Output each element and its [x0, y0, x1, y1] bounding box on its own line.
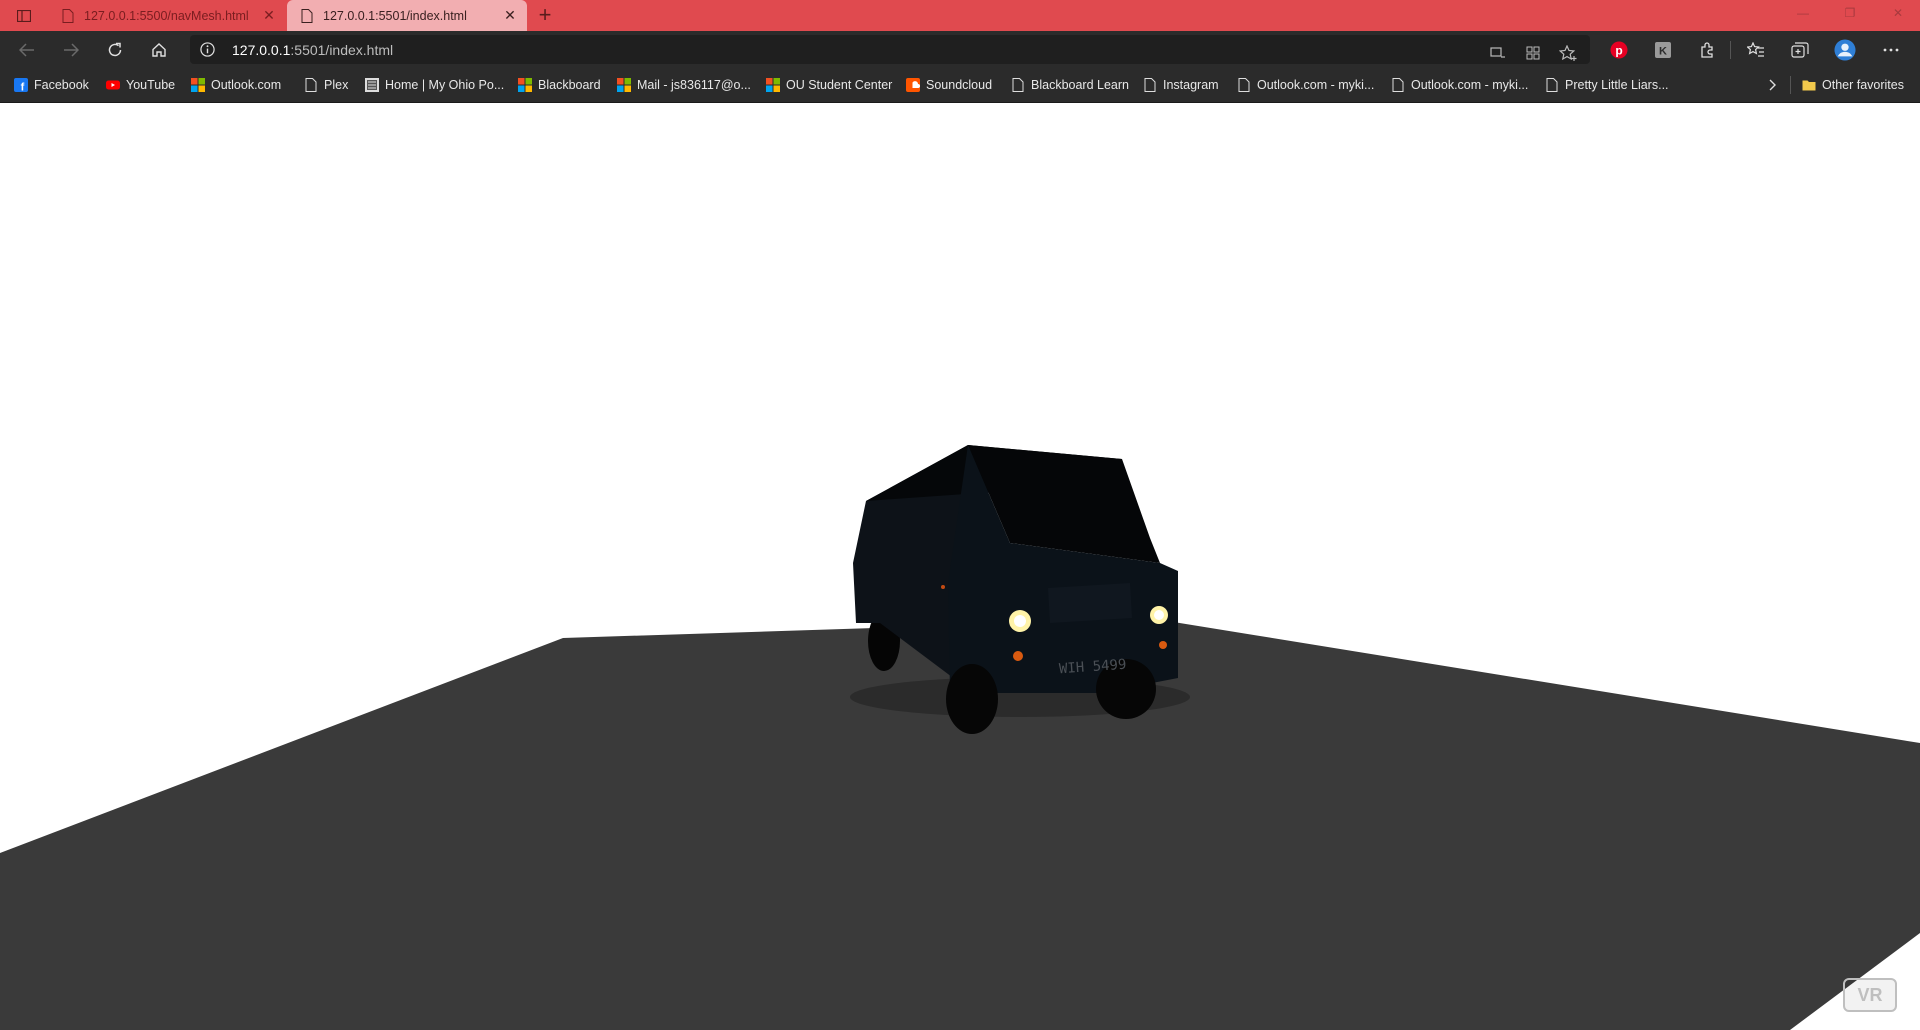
other-favorites-label: Other favorites: [1822, 78, 1904, 92]
microsoft-icon: [617, 78, 631, 92]
svg-text:p: p: [1615, 44, 1622, 58]
other-favorites-folder[interactable]: Other favorites: [1802, 68, 1904, 102]
folder-icon: [1802, 80, 1816, 91]
more-options-icon[interactable]: [1880, 39, 1902, 61]
pinterest-icon[interactable]: p: [1608, 39, 1630, 61]
tab-title: 127.0.0.1:5500/navMesh.html: [84, 8, 249, 23]
tab-actions-icon[interactable]: [12, 7, 36, 25]
bookmark-label: OU Student Center: [786, 78, 893, 92]
youtube-icon: [106, 80, 120, 90]
navigation-toolbar: 127.0.0.1:5501/index.html p K: [0, 31, 1920, 68]
refresh-button[interactable]: [104, 39, 126, 61]
add-favorite-icon[interactable]: [1558, 43, 1578, 63]
bookmarks-divider: [1790, 76, 1791, 94]
svg-text:K: K: [1659, 46, 1667, 58]
extension-k-icon[interactable]: K: [1652, 39, 1674, 61]
webgl-canvas[interactable]: WIH 5499: [0, 103, 1920, 1030]
bookmark-label: Mail - js836117@o...: [637, 78, 751, 92]
bookmark-label: Outlook.com - myki...: [1257, 78, 1375, 92]
bookmark-outlook-myki-1[interactable]: Outlook.com - myki...: [1237, 68, 1374, 102]
restore-icon[interactable]: ❐: [1840, 6, 1860, 24]
bookmark-mail[interactable]: Mail - js836117@o...: [617, 68, 751, 102]
back-button[interactable]: [16, 39, 38, 61]
url-text[interactable]: 127.0.0.1:5501/index.html: [232, 42, 393, 58]
profile-avatar[interactable]: [1834, 39, 1856, 61]
facebook-icon: f: [14, 78, 28, 92]
bookmark-facebook[interactable]: f Facebook: [14, 68, 89, 102]
page-icon: [301, 8, 313, 23]
bookmark-label: Facebook: [34, 78, 89, 92]
bookmark-label: Plex: [324, 78, 349, 92]
bookmark-label: Instagram: [1163, 78, 1219, 92]
read-aloud-icon[interactable]: [1488, 43, 1508, 63]
close-icon[interactable]: ✕: [503, 7, 517, 24]
bookmark-blackboard-learn[interactable]: Blackboard Learn: [1011, 68, 1129, 102]
forward-button[interactable]: [60, 39, 82, 61]
url-path: :5501/index.html: [290, 42, 394, 58]
url-host: 127.0.0.1: [232, 42, 291, 58]
favorites-bar: f Facebook YouTube Outlook.com Plex Home…: [0, 68, 1920, 103]
page-icon: [62, 8, 74, 23]
bookmark-label: Outlook.com: [211, 78, 282, 92]
site-icon: [365, 78, 379, 92]
tab-index[interactable]: 127.0.0.1:5501/index.html ✕: [287, 0, 527, 31]
microsoft-icon: [191, 78, 205, 92]
close-window-icon[interactable]: ✕: [1888, 6, 1908, 24]
bookmark-label: Blackboard: [538, 78, 601, 92]
page-icon: [1012, 78, 1024, 92]
bookmark-label: YouTube: [126, 78, 176, 92]
info-icon[interactable]: [200, 42, 215, 57]
page-icon: [305, 78, 317, 92]
svg-text:f: f: [21, 82, 25, 93]
bookmarks-overflow-button[interactable]: [1768, 68, 1778, 102]
bookmark-youtube[interactable]: YouTube: [106, 68, 175, 102]
collections-icon[interactable]: [1789, 39, 1811, 61]
apps-icon[interactable]: [1523, 43, 1543, 63]
bookmark-label: Blackboard Learn: [1031, 78, 1129, 92]
page-icon: [1546, 78, 1558, 92]
page-icon: [1392, 78, 1404, 92]
new-tab-button[interactable]: +: [534, 4, 556, 26]
tab-strip: 127.0.0.1:5500/navMesh.html ✕ 127.0.0.1:…: [0, 0, 1920, 31]
toolbar-divider: [1730, 41, 1731, 59]
address-bar[interactable]: 127.0.0.1:5501/index.html: [190, 35, 1590, 64]
bookmark-label: Outlook.com - myki...: [1411, 78, 1529, 92]
bookmark-ou-student-center[interactable]: OU Student Center: [766, 68, 892, 102]
extensions-icon[interactable]: [1696, 39, 1718, 61]
bookmark-outlook-myki-2[interactable]: Outlook.com - myki...: [1391, 68, 1528, 102]
bookmark-plex[interactable]: Plex: [304, 68, 348, 102]
bookmark-label: Pretty Little Liars...: [1565, 78, 1669, 92]
page-icon: [1238, 78, 1250, 92]
minimize-icon[interactable]: —: [1793, 6, 1813, 24]
bookmark-outlook[interactable]: Outlook.com: [191, 68, 281, 102]
bookmark-label: Soundcloud: [926, 78, 993, 92]
bookmark-soundcloud[interactable]: Soundcloud: [906, 68, 992, 102]
vr-button[interactable]: VR: [1843, 978, 1897, 1012]
soundcloud-icon: [906, 78, 920, 92]
bookmark-my-ohio[interactable]: Home | My Ohio Po...: [365, 68, 504, 102]
microsoft-icon: [766, 78, 780, 92]
tab-title: 127.0.0.1:5501/index.html: [323, 8, 467, 23]
home-button[interactable]: [148, 39, 170, 61]
page-icon: [1144, 78, 1156, 92]
close-icon[interactable]: ✕: [262, 7, 276, 24]
bookmark-instagram[interactable]: Instagram: [1143, 68, 1219, 102]
tab-navmesh[interactable]: 127.0.0.1:5500/navMesh.html ✕: [48, 0, 286, 31]
favorites-icon[interactable]: [1745, 39, 1767, 61]
bookmark-label: Home | My Ohio Po...: [385, 78, 505, 92]
microsoft-icon: [518, 78, 532, 92]
bookmark-pretty-little-liars[interactable]: Pretty Little Liars...: [1545, 68, 1669, 102]
bookmark-blackboard[interactable]: Blackboard: [518, 68, 601, 102]
chevron-right-icon: [1769, 79, 1776, 91]
